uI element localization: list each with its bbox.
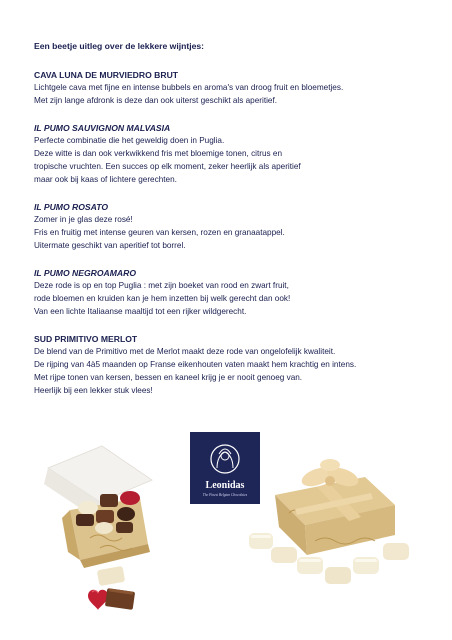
wine-text-line: Perfecte combinatie die het geweldig doe… — [34, 136, 225, 145]
wine-text-line: Van een lichte Italiaanse maaltijd tot e… — [34, 307, 247, 316]
wine-text-line: rode bloemen en kruiden kan je hem inzet… — [34, 294, 291, 303]
wine-section-sauvignon-malvasia: IL PUMO SAUVIGNON MALVASIA Perfecte comb… — [34, 122, 434, 186]
wine-text-line: Deze witte is dan ook verkwikkend fris m… — [34, 149, 283, 158]
wine-descriptions: Een beetje uitleg over de lekkere wijntj… — [34, 40, 434, 412]
wine-title: IL PUMO SAUVIGNON MALVASIA — [34, 123, 171, 133]
wine-text-line: tropische vruchten. Een succes op elk mo… — [34, 162, 301, 171]
wine-section-rosato: IL PUMO ROSATO Zomer in je glas deze ros… — [34, 201, 434, 252]
wine-text-line: Deze rode is op en top Puglia : met zijn… — [34, 281, 289, 290]
wine-text-line: Heerlijk bij een lekker stuk vlees! — [34, 386, 153, 395]
wine-text-line: Uitermate geschikt van aperitief tot bor… — [34, 241, 186, 250]
wine-text-line: Zomer in je glas deze rosé! — [34, 215, 133, 224]
wine-text-line: De rijping van 4à5 maanden op Franse eik… — [34, 360, 357, 369]
wine-text-line: Met zijn lange afdronk is deze dan ook u… — [34, 96, 278, 105]
wine-title: SUD PRIMITIVO MERLOT — [34, 334, 138, 344]
intro-heading: Een beetje uitleg over de lekkere wijntj… — [34, 41, 205, 51]
wine-text-line: Lichtgele cava met fijne en intense bubb… — [34, 83, 344, 92]
document-page: Een beetje uitleg over de lekkere wijntj… — [0, 0, 452, 640]
wine-title: IL PUMO NEGROAMARO — [34, 268, 137, 278]
wine-text-line: De blend van de Primitivo met de Merlot … — [34, 347, 336, 356]
wine-text-line: maar ook bij kaas of lichtere gerechten. — [34, 175, 177, 184]
wine-text-line: Fris en fruitig met intense geuren van k… — [34, 228, 285, 237]
wine-text-line: Met rijpe tonen van kersen, bessen en ka… — [34, 373, 303, 382]
gift-box-photo — [249, 459, 409, 584]
wine-title: IL PUMO ROSATO — [34, 202, 109, 212]
wine-section-cava: CAVA LUNA DE MURVIEDRO BRUT Lichtgele ca… — [34, 69, 434, 107]
wine-title: CAVA LUNA DE MURVIEDRO BRUT — [34, 70, 179, 80]
wine-section-negroamaro: IL PUMO NEGROAMARO Deze rode is op en to… — [34, 267, 434, 318]
wine-section-primitivo-merlot: SUD PRIMITIVO MERLOT De blend van de Pri… — [34, 333, 434, 397]
chocolate-box-photo — [44, 445, 153, 610]
